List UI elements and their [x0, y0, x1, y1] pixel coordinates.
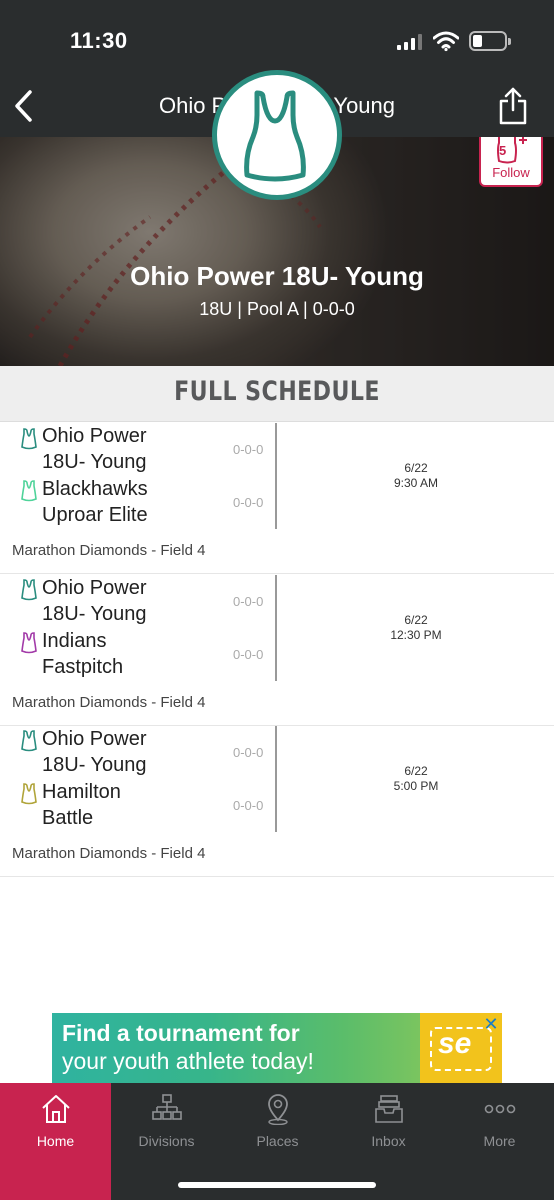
home-team-name: Ohio Power 18U- Young — [42, 425, 147, 473]
more-icon — [484, 1104, 516, 1114]
ad-line-1: Find a tournament for — [62, 1020, 300, 1046]
game-date: 6/22 — [404, 764, 428, 778]
home-team-name: Ohio Power 18U- Young — [42, 577, 147, 625]
game-venue: Marathon Diamonds - Field 4 — [12, 542, 206, 559]
away-team-record: 0-0-0 — [233, 647, 264, 662]
battery-icon — [469, 31, 511, 51]
tab-label: Places — [256, 1133, 299, 1149]
signal-icon — [397, 34, 423, 50]
tab-home[interactable]: Home — [0, 1083, 111, 1200]
inbox-icon — [375, 1095, 403, 1123]
ad-text: Find a tournament for your youth athlete… — [62, 1019, 402, 1075]
away-team-jersey-icon — [21, 632, 37, 654]
tab-label: Home — [36, 1133, 75, 1149]
game-venue: Marathon Diamonds - Field 4 — [12, 694, 206, 711]
game-row[interactable]: Ohio Power 18U- Young 0-0-0 Blackhawks Upr… — [0, 423, 554, 574]
team-avatar — [212, 70, 342, 200]
ad-logo: se — [438, 1027, 472, 1060]
ad-line-2: your youth athlete today! — [62, 1048, 314, 1074]
away-team-record: 0-0-0 — [233, 495, 264, 510]
places-icon — [268, 1094, 288, 1125]
wifi-icon — [433, 31, 459, 52]
home-team-record: 0-0-0 — [233, 745, 264, 760]
follow-label: Follow — [492, 165, 530, 180]
game-row[interactable]: Ohio Power 18U- Young 0-0-0 Hamilton Battl… — [0, 726, 554, 877]
schedule-header: FULL SCHEDULE — [0, 366, 554, 422]
share-button[interactable] — [496, 86, 530, 126]
tab-label: Divisions — [138, 1133, 195, 1149]
hero-team-subtitle: 18U | Pool A | 0-0-0 — [199, 299, 355, 319]
follow-button[interactable]: 5 Follow — [479, 137, 543, 187]
tab-label: More — [483, 1133, 516, 1149]
tab-label: Inbox — [371, 1133, 406, 1149]
home-icon — [42, 1095, 70, 1123]
follow-jersey-icon — [497, 137, 527, 164]
status-time: 11:30 — [70, 28, 128, 53]
away-team-record: 0-0-0 — [233, 798, 264, 813]
game-time: 9:30 AM — [393, 476, 439, 490]
hero-team-name: Ohio Power 18U- Young — [130, 261, 424, 291]
game-date: 6/22 — [404, 613, 428, 627]
ad-banner[interactable]: Find a tournament for your youth athlete… — [52, 1013, 502, 1083]
divider — [275, 575, 277, 681]
home-indicator[interactable] — [178, 1182, 376, 1188]
away-team-name: Hamilton Battle — [42, 781, 121, 829]
away-team-jersey-icon — [21, 480, 37, 502]
home-team-record: 0-0-0 — [233, 442, 264, 457]
schedule-header-title: FULL SCHEDULE — [174, 376, 380, 407]
game-time: 5:00 PM — [393, 779, 439, 793]
away-team-jersey-icon — [21, 783, 37, 805]
home-team-name: Ohio Power 18U- Young — [42, 728, 147, 776]
jersey-icon — [244, 90, 306, 182]
close-icon[interactable]: ✕ — [482, 1015, 500, 1033]
divisions-icon — [152, 1094, 182, 1120]
home-team-record: 0-0-0 — [233, 594, 264, 609]
game-venue: Marathon Diamonds - Field 4 — [12, 845, 206, 862]
tab-more[interactable]: More — [444, 1083, 554, 1200]
game-row[interactable]: Ohio Power 18U- Young 0-0-0 Indians Fastpi… — [0, 575, 554, 726]
home-team-jersey-icon — [21, 579, 37, 601]
game-date: 6/22 — [404, 461, 428, 475]
divider — [275, 423, 277, 529]
home-team-jersey-icon — [21, 730, 37, 752]
game-time: 12:30 PM — [390, 628, 442, 642]
follow-count: 5 — [499, 143, 507, 158]
home-team-jersey-icon — [21, 428, 37, 450]
divider — [275, 726, 277, 832]
away-team-name: Indians Fastpitch — [42, 630, 124, 678]
away-team-name: Blackhawks Uproar Elite — [42, 478, 148, 526]
